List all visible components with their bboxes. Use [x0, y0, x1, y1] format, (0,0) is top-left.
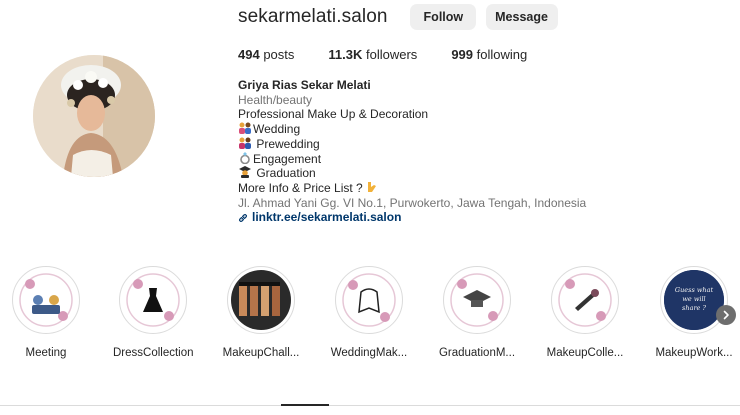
highlight-wedding-makeup[interactable]: WeddingMak... — [329, 266, 409, 359]
bio-line: Wedding — [238, 122, 586, 137]
posts-count: 494 — [238, 47, 260, 62]
highlight-makeup-challenge[interactable]: MakeupChall... — [221, 266, 301, 359]
guess-what-card-icon: Guess what we will share ? — [664, 270, 724, 330]
highlight-dress-collection[interactable]: DressCollection — [113, 266, 194, 359]
bio-line: Prewedding — [238, 137, 586, 152]
highlight-label: MakeupChall... — [222, 347, 300, 359]
couple-emoji-icon — [239, 137, 251, 149]
posts-label: posts — [263, 47, 295, 62]
bio-link[interactable]: linktr.ee/sekarmelati.salon — [238, 210, 586, 225]
highlight-graduation[interactable]: GraduationM... — [437, 266, 517, 359]
tab-divider — [0, 405, 740, 406]
profile-username: sekarmelati.salon — [238, 6, 388, 27]
following-stat[interactable]: 999 following — [451, 47, 527, 62]
pointing-down-emoji-icon — [367, 181, 376, 192]
meeting-illustration-icon — [19, 273, 73, 327]
profile-bio: Griya Rias Sekar Melati Health/beauty Pr… — [238, 78, 586, 225]
bio-prewedding: Prewedding — [253, 136, 320, 151]
link-icon — [238, 213, 248, 222]
makeup-brush-icon — [558, 273, 612, 327]
graduate-emoji-icon — [239, 166, 251, 179]
bio-line: Engagement — [238, 151, 586, 167]
highlight-label: MakeupWork... — [655, 347, 733, 359]
bio-link-text: linktr.ee/sekarmelati.salon — [252, 210, 402, 225]
followers-label: followers — [366, 47, 418, 62]
profile-stats: 494 posts 11.3K followers 999 following — [238, 47, 561, 62]
story-highlights: Meeting DressCollection MakeupChall... W… — [0, 266, 740, 366]
svg-text:share ?: share ? — [682, 304, 706, 312]
highlight-label: Meeting — [25, 347, 67, 359]
bio-graduation: Graduation — [253, 166, 316, 181]
bio-line: Graduation — [238, 166, 586, 181]
active-tab-indicator — [281, 404, 329, 406]
bio-category[interactable]: Health/beauty — [238, 93, 586, 108]
message-button[interactable]: Message — [485, 4, 558, 30]
bio-engagement: Engagement — [253, 151, 322, 166]
veil-icon — [342, 273, 396, 327]
follow-button[interactable]: Follow — [409, 4, 476, 30]
bio-address[interactable]: Jl. Ahmad Yani Gg. VI No.1, Purwokerto, … — [238, 196, 586, 211]
dress-icon — [126, 273, 180, 327]
bio-line: More Info & Price List ? — [238, 181, 586, 196]
chevron-right-icon — [723, 310, 729, 320]
following-count: 999 — [451, 47, 474, 62]
bio-more-info: More Info & Price List ? — [238, 180, 363, 195]
svg-text:we will: we will — [682, 295, 705, 303]
highlight-label: WeddingMak... — [330, 347, 408, 359]
followers-count: 11.3K — [328, 47, 363, 62]
ring-emoji-icon — [240, 151, 250, 164]
profile-avatar[interactable] — [33, 55, 155, 177]
highlight-label: DressCollection — [113, 347, 194, 359]
avatar-photo — [33, 55, 155, 177]
bio-name: Griya Rias Sekar Melati — [238, 78, 371, 92]
highlight-makeup-collection[interactable]: MakeupColle... — [545, 266, 625, 359]
highlights-next-button[interactable] — [716, 305, 736, 325]
graduation-cap-icon — [450, 273, 504, 327]
bio-wedding: Wedding — [253, 122, 301, 137]
foundation-bottles-icon — [231, 270, 291, 330]
couple-emoji-icon — [239, 122, 251, 135]
following-label: following — [476, 47, 528, 62]
highlight-meeting[interactable]: Meeting — [6, 266, 86, 359]
posts-stat: 494 posts — [238, 47, 294, 62]
highlight-label: GraduationM... — [438, 347, 516, 359]
highlight-label: MakeupColle... — [546, 347, 624, 359]
bio-line: Professional Make Up & Decoration — [238, 107, 429, 122]
followers-stat[interactable]: 11.3K followers — [328, 47, 417, 62]
svg-text:Guess what: Guess what — [675, 286, 714, 294]
